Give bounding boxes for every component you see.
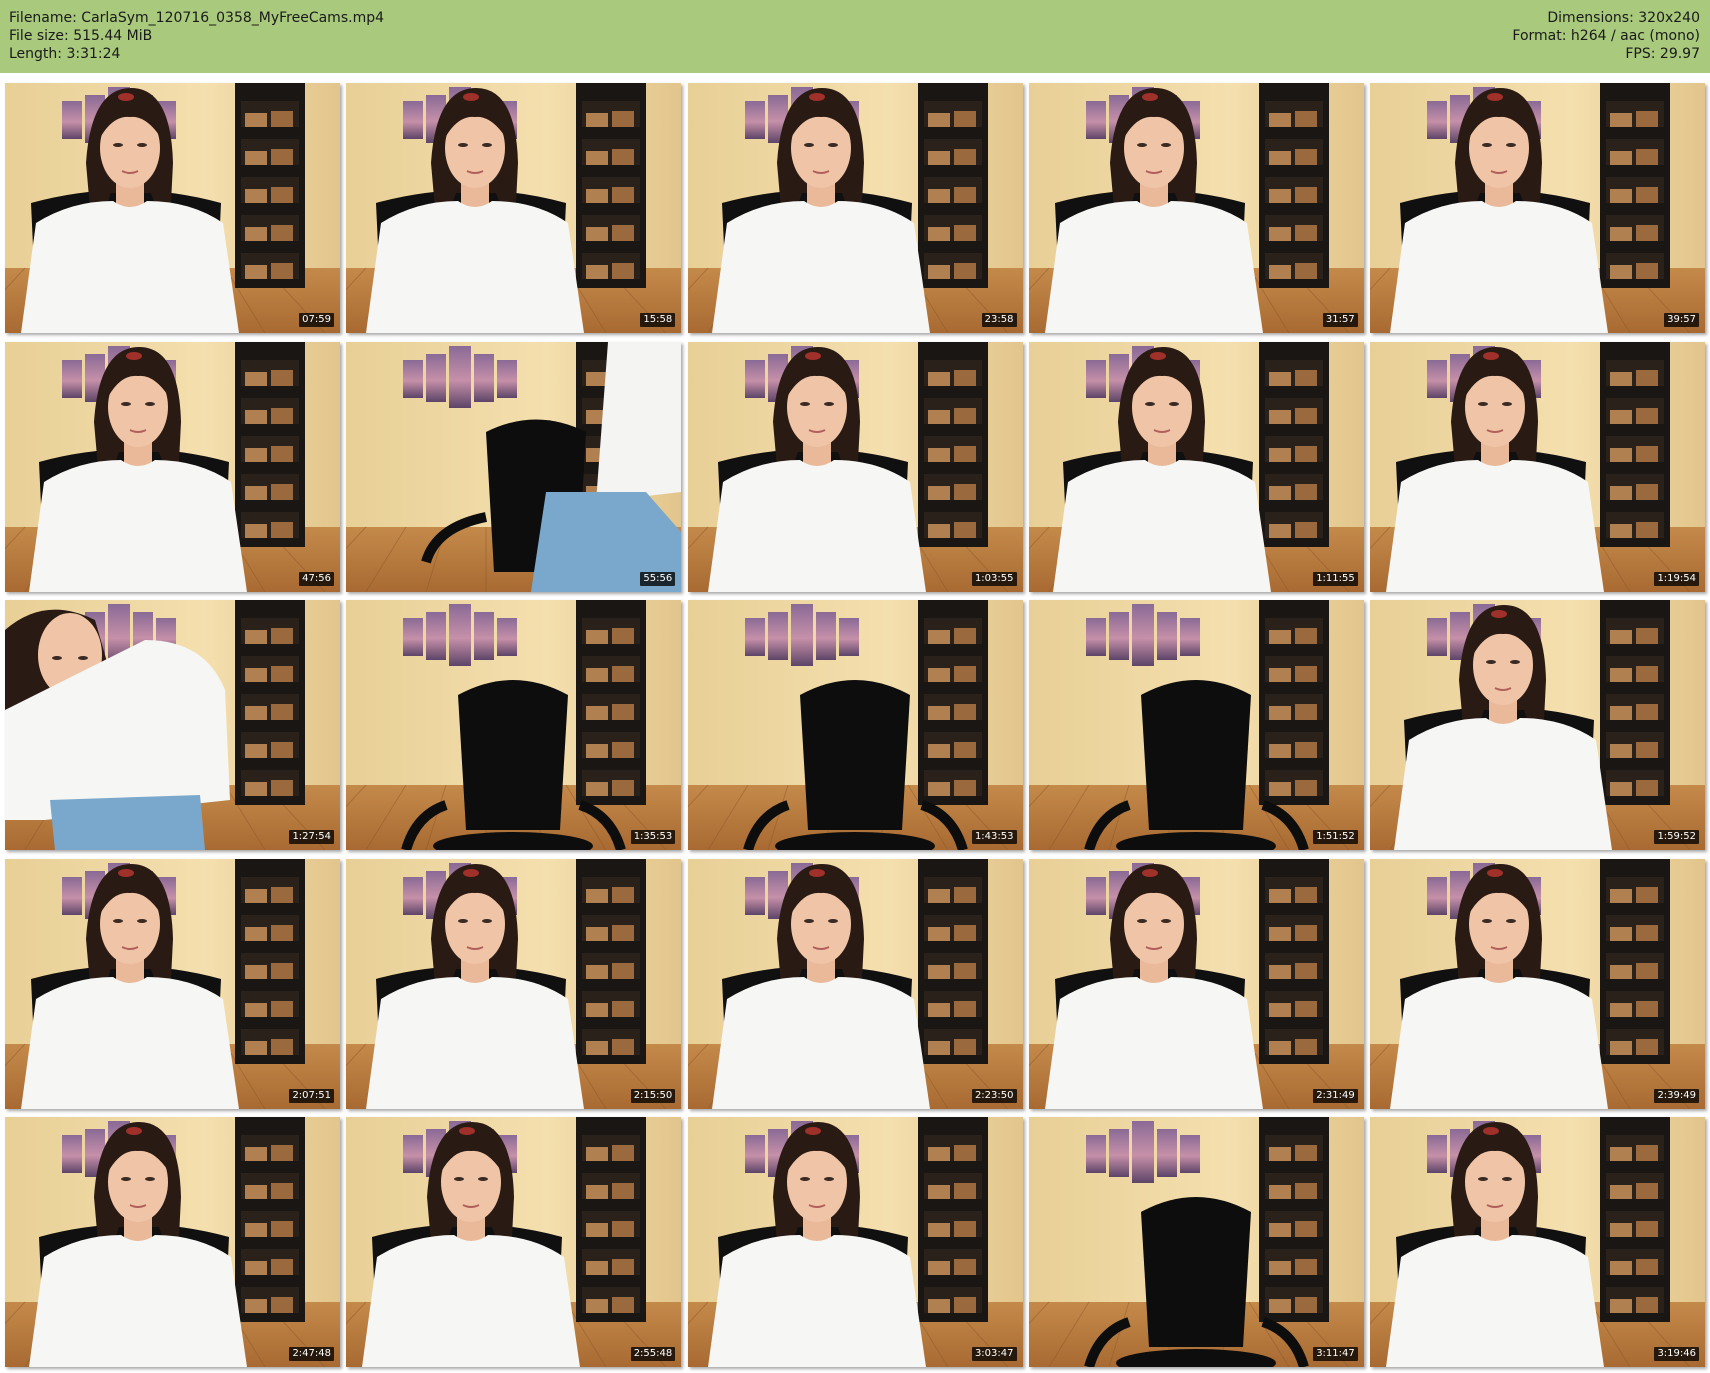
thumbnail-timestamp: 55:56 <box>640 571 676 586</box>
thumbnail-frame <box>1370 341 1705 592</box>
thumbnail-timestamp: 2:31:49 <box>1313 1088 1358 1103</box>
video-thumbnail: 3:19:46 <box>1370 1117 1705 1367</box>
thumbnail-frame <box>346 1117 682 1367</box>
fps-text: FPS: 29.97 <box>1625 46 1700 62</box>
thumbnail-frame <box>687 341 1023 592</box>
thumbnail-frame <box>1028 600 1364 850</box>
thumbnail-timestamp: 39:57 <box>1664 313 1699 327</box>
thumbnail-frame <box>346 858 682 1109</box>
video-thumbnail: 55:56 <box>346 341 682 592</box>
thumbnail-timestamp: 2:39:49 <box>1654 1088 1699 1103</box>
thumbnail-timestamp: 15:58 <box>640 313 676 327</box>
video-thumbnail: 1:19:54 <box>1370 341 1705 592</box>
video-thumbnail: 2:23:50 <box>687 858 1023 1109</box>
video-thumbnail: 2:55:48 <box>346 1117 682 1367</box>
thumbnail-timestamp: 31:57 <box>1322 313 1358 327</box>
thumbnail-frame <box>1028 341 1364 592</box>
thumbnail-frame <box>5 600 340 850</box>
video-thumbnail: 2:15:50 <box>346 858 682 1109</box>
thumbnail-timestamp: 1:51:52 <box>1313 830 1358 844</box>
thumbnail-frame <box>687 1117 1023 1367</box>
thumbnail-grid: 07:59 15:58 23:58 31:57 39:57 47:56 55:56 1:03:… <box>5 83 1705 1369</box>
thumbnail-frame <box>687 600 1023 850</box>
filesize-text: File size: 515.44 MiB <box>9 28 153 44</box>
video-thumbnail: 1:03:55 <box>687 341 1023 592</box>
thumbnail-frame <box>1370 1117 1705 1367</box>
file-info-right: Dimensions: 320x240 Format: h264 / aac (… <box>1512 9 1700 63</box>
video-thumbnail: 2:07:51 <box>5 858 340 1109</box>
video-thumbnail: 2:47:48 <box>5 1117 340 1367</box>
video-thumbnail: 3:03:47 <box>687 1117 1023 1367</box>
thumbnail-timestamp: 2:23:50 <box>971 1088 1017 1103</box>
thumbnail-frame <box>5 1117 340 1367</box>
video-thumbnail: 2:39:49 <box>1370 858 1705 1109</box>
thumbnail-frame <box>687 83 1023 333</box>
video-thumbnail: 15:58 <box>346 83 682 333</box>
video-thumbnail: 1:59:52 <box>1370 600 1705 850</box>
thumbnail-timestamp: 1:11:55 <box>1313 571 1358 586</box>
info-header: Filename: CarlaSym_120716_0358_MyFreeCam… <box>0 0 1710 73</box>
video-thumbnail: 2:31:49 <box>1028 858 1364 1109</box>
thumbnail-timestamp: 3:19:46 <box>1654 1347 1699 1361</box>
video-thumbnail: 1:43:53 <box>687 600 1023 850</box>
thumbnail-frame <box>1028 858 1364 1109</box>
file-info-left: Filename: CarlaSym_120716_0358_MyFreeCam… <box>9 9 384 63</box>
length-text: Length: 3:31:24 <box>9 46 121 62</box>
thumbnail-timestamp: 1:27:54 <box>289 830 334 844</box>
video-thumbnail: 1:11:55 <box>1028 341 1364 592</box>
thumbnail-timestamp: 1:19:54 <box>1654 571 1699 586</box>
video-thumbnail: 1:27:54 <box>5 600 340 850</box>
video-thumbnail: 39:57 <box>1370 83 1705 333</box>
video-thumbnail: 1:51:52 <box>1028 600 1364 850</box>
video-thumbnail: 47:56 <box>5 341 340 592</box>
thumbnail-timestamp: 1:35:53 <box>630 830 676 844</box>
thumbnail-frame <box>5 83 340 333</box>
video-thumbnail: 31:57 <box>1028 83 1364 333</box>
video-thumbnail: 1:35:53 <box>346 600 682 850</box>
thumbnail-frame <box>1028 83 1364 333</box>
thumbnail-timestamp: 1:03:55 <box>971 571 1017 586</box>
thumbnail-frame <box>1370 600 1705 850</box>
thumbnail-frame <box>5 858 340 1109</box>
thumbnail-timestamp: 23:58 <box>981 313 1017 327</box>
thumbnail-frame <box>1370 83 1705 333</box>
thumbnail-timestamp: 1:43:53 <box>971 830 1017 844</box>
video-thumbnail: 3:11:47 <box>1028 1117 1364 1367</box>
filename-text: Filename: CarlaSym_120716_0358_MyFreeCam… <box>9 10 384 26</box>
thumbnail-timestamp: 2:07:51 <box>289 1088 334 1103</box>
thumbnail-frame <box>687 858 1023 1109</box>
thumbnail-frame <box>346 341 682 592</box>
thumbnail-timestamp: 1:59:52 <box>1654 830 1699 844</box>
thumbnail-timestamp: 3:03:47 <box>971 1347 1017 1361</box>
thumbnail-frame <box>1370 858 1705 1109</box>
thumbnail-timestamp: 47:56 <box>299 571 334 586</box>
video-thumbnail: 23:58 <box>687 83 1023 333</box>
thumbnail-frame <box>1028 1117 1364 1367</box>
thumbnail-frame <box>5 341 340 592</box>
thumbnail-frame <box>346 83 682 333</box>
dimensions-text: Dimensions: 320x240 <box>1547 10 1700 26</box>
video-thumbnail: 07:59 <box>5 83 340 333</box>
thumbnail-timestamp: 07:59 <box>299 313 334 327</box>
thumbnail-timestamp: 2:15:50 <box>630 1088 676 1103</box>
thumbnail-timestamp: 3:11:47 <box>1313 1347 1358 1361</box>
thumbnail-timestamp: 2:55:48 <box>630 1347 676 1361</box>
format-text: Format: h264 / aac (mono) <box>1512 28 1700 44</box>
thumbnail-frame <box>346 600 682 850</box>
thumbnail-timestamp: 2:47:48 <box>289 1347 334 1361</box>
